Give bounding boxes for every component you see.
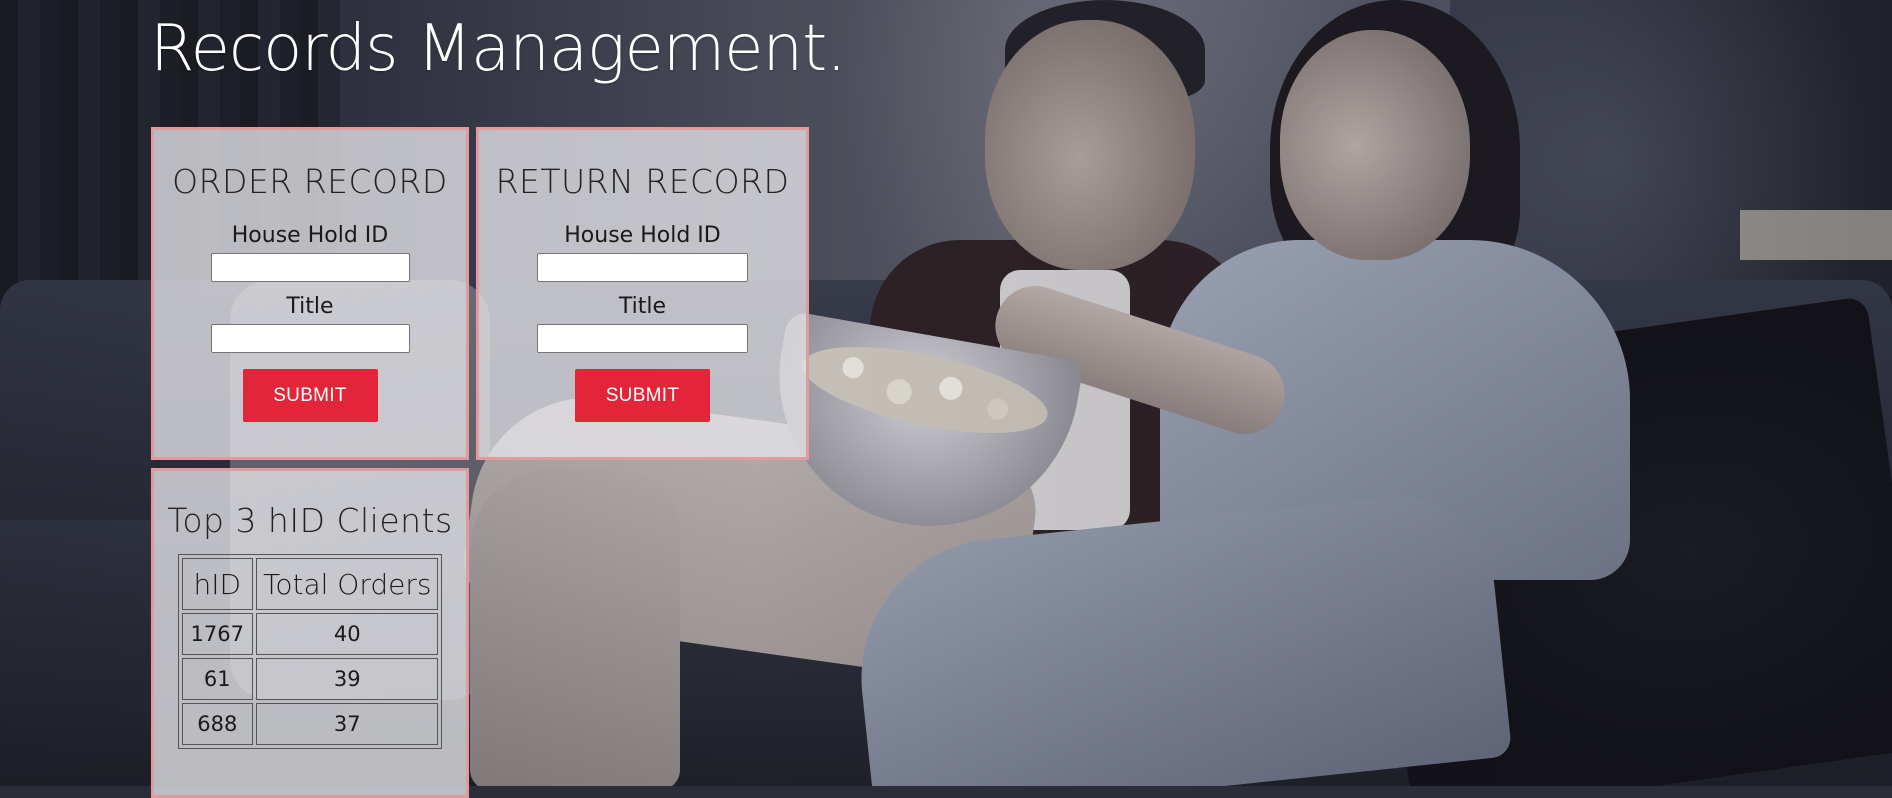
cell-hid: 1767 [181, 613, 253, 655]
cell-hid: 61 [181, 658, 253, 700]
table-row: 1767 40 [181, 613, 439, 655]
cell-hid: 688 [181, 703, 253, 745]
top-clients-panel: Top 3 hID Clients hID Total Orders 1767 … [151, 468, 469, 798]
return-submit-button[interactable]: SUBMIT [575, 369, 710, 422]
return-household-label: House Hold ID [564, 223, 721, 248]
order-household-input[interactable] [210, 253, 410, 282]
cell-total-orders: 37 [256, 703, 439, 745]
table-row: 61 39 [181, 658, 439, 700]
cell-total-orders: 39 [256, 658, 439, 700]
order-title-label: Title [286, 294, 334, 319]
table-header-row: hID Total Orders [181, 558, 439, 610]
order-record-form: ORDER RECORD House Hold ID Title SUBMIT [151, 127, 469, 460]
order-submit-button[interactable]: SUBMIT [242, 369, 378, 422]
column-header-hid: hID [181, 558, 253, 610]
return-record-heading: RETURN RECORD [495, 162, 790, 201]
return-record-form: RETURN RECORD House Hold ID Title SUBMIT [476, 127, 809, 460]
order-household-label: House Hold ID [231, 223, 389, 248]
return-title-input[interactable] [537, 324, 748, 353]
page-title: Records Management. [150, 12, 847, 86]
return-title-label: Title [618, 294, 667, 319]
cell-total-orders: 40 [256, 613, 439, 655]
top-clients-heading: Top 3 hID Clients [167, 501, 453, 540]
table-row: 688 37 [181, 703, 439, 745]
return-household-input[interactable] [537, 253, 748, 282]
order-record-heading: ORDER RECORD [172, 162, 448, 201]
top-clients-table: hID Total Orders 1767 40 61 39 688 37 [177, 554, 443, 749]
column-header-total-orders: Total Orders [256, 558, 439, 610]
order-title-input[interactable] [210, 324, 410, 353]
